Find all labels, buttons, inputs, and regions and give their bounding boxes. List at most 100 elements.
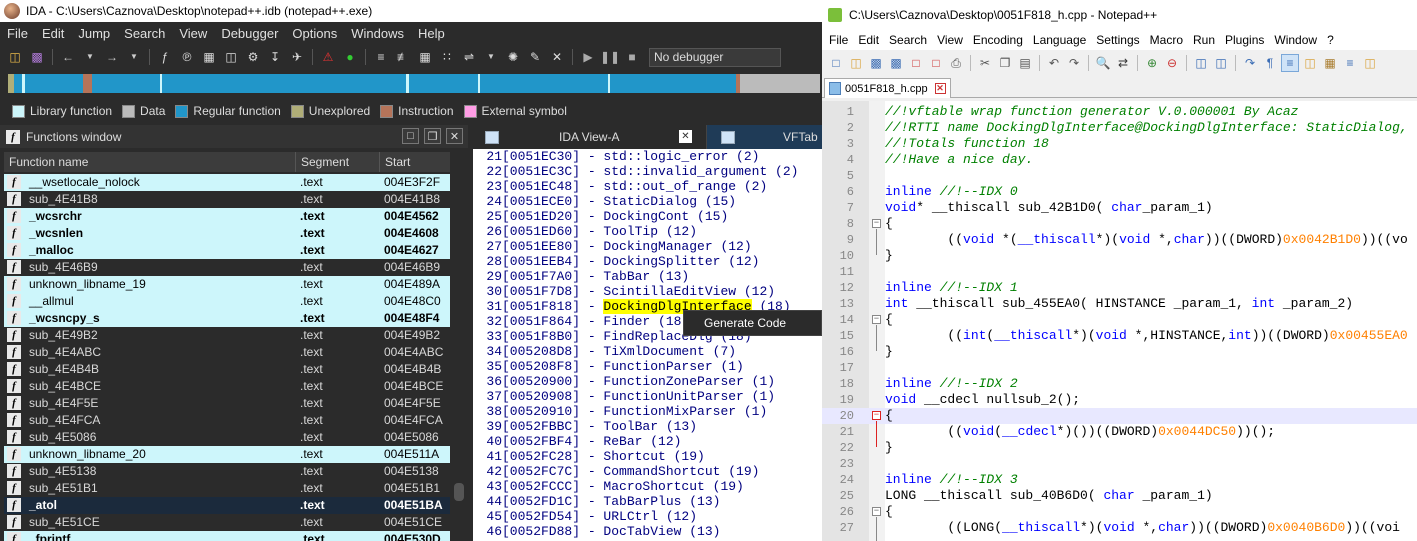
function-row[interactable]: f _wcsrchr .text 004E4562 [4, 208, 450, 225]
navigation-bar[interactable] [8, 74, 820, 93]
open-icon[interactable]: ◫ [847, 54, 865, 72]
code-line[interactable]: 8{ [822, 216, 1417, 232]
function-row[interactable]: f __allmul .text 004E48C0 [4, 293, 450, 310]
folder-workspace-icon[interactable]: ◫ [1361, 54, 1379, 72]
redo-icon[interactable]: ↷ [1065, 54, 1083, 72]
chevron-down-icon[interactable]: ▼ [81, 48, 99, 66]
npp-menu-run[interactable]: Run [1188, 33, 1220, 47]
hex-icon[interactable]: ◫ [222, 48, 240, 66]
vftable-line[interactable]: 35[005208F8] - FunctionParser (1) [473, 359, 822, 374]
ida-menu-search[interactable]: Search [117, 26, 172, 41]
function-list-icon[interactable]: ≡ [1341, 54, 1359, 72]
vftable-line[interactable]: 45[0052FD54] - URLCtrl (12) [473, 509, 822, 524]
print-icon[interactable]: ⎙ [947, 54, 965, 72]
code-line[interactable]: 18 inline //!--IDX 2 [822, 376, 1417, 392]
function-row[interactable]: f _atol .text 004E51BA [4, 497, 450, 514]
code-line[interactable]: 22} [822, 440, 1417, 456]
code-line[interactable]: 3 //!Totals function 18 [822, 136, 1417, 152]
vftable-line[interactable]: 26[0051ED60] - ToolTip (12) [473, 224, 822, 239]
column-segment[interactable]: Segment [296, 152, 380, 172]
code-line[interactable]: 25 LONG __thiscall sub_40B6D0( char _para… [822, 488, 1417, 504]
function-row[interactable]: f sub_4E4FCA .text 004E4FCA [4, 412, 450, 429]
code-line[interactable]: 11 [822, 264, 1417, 280]
save-all-icon[interactable]: ▩ [887, 54, 905, 72]
sync-vertical-icon[interactable]: ◫ [1192, 54, 1210, 72]
paste-icon[interactable]: ▤ [1016, 54, 1034, 72]
fold-toggle-icon[interactable]: − [872, 507, 881, 516]
npp-menu-encoding[interactable]: Encoding [968, 33, 1028, 47]
vftable-line[interactable]: 43[0052FCCC] - MacroShortcut (19) [473, 479, 822, 494]
save-icon[interactable]: ▩ [867, 54, 885, 72]
vftable-line[interactable]: 21[0051EC30] - std::logic_error (2) [473, 149, 822, 164]
code-line[interactable]: 15 ((int(__thiscall*)(void *,HINSTANCE,i… [822, 328, 1417, 344]
close-tab-icon[interactable]: ✕ [934, 83, 946, 94]
find-icon[interactable]: 🔍 [1094, 54, 1112, 72]
maximize-icon[interactable]: □ [402, 128, 419, 144]
ida-menu-options[interactable]: Options [285, 26, 344, 41]
npp-menu-edit[interactable]: Edit [853, 33, 884, 47]
vftable-line[interactable]: 42[0052FC7C] - CommandShortcut (19) [473, 464, 822, 479]
doc-map-icon[interactable]: ▦ [1321, 54, 1339, 72]
npp-menu-macro[interactable]: Macro [1145, 33, 1188, 47]
struct-icon[interactable]: ▦ [416, 48, 434, 66]
patch-icon[interactable]: ⚙ [244, 48, 262, 66]
code-line[interactable]: 23 [822, 456, 1417, 472]
function-row[interactable]: f sub_4E49B2 .text 004E49B2 [4, 327, 450, 344]
function-row[interactable]: f sub_4E51CE .text 004E51CE [4, 514, 450, 531]
code-icon[interactable]: ≡ [372, 48, 390, 66]
code-line[interactable]: 9 ((void *(__thiscall*)(void *,char))((D… [822, 232, 1417, 248]
vftable-line[interactable]: 46[0052FD88] - DocTabView (13) [473, 524, 822, 539]
function-row[interactable]: f _wcsncpy_s .text 004E48F4 [4, 310, 450, 327]
text-icon[interactable]: ℗ [178, 48, 196, 66]
column-start[interactable]: Start [380, 152, 450, 172]
npp-menu-settings[interactable]: Settings [1091, 33, 1144, 47]
code-line[interactable]: 19 void __cdecl nullsub_2(); [822, 392, 1417, 408]
edit-icon[interactable]: ✎ [526, 48, 544, 66]
vftable-line[interactable]: 27[0051EE80] - DockingManager (12) [473, 239, 822, 254]
ida-menu-view[interactable]: View [172, 26, 214, 41]
stop-icon[interactable]: ■ [623, 48, 641, 66]
npp-menu-help[interactable]: ? [1322, 33, 1339, 47]
vftable-line[interactable]: 39[0052FBBC] - ToolBar (13) [473, 419, 822, 434]
ida-view-listing[interactable]: 21[0051EC30] - std::logic_error (2) 22[00… [473, 149, 822, 541]
vftable-line[interactable]: 41[0052FC28] - Shortcut (19) [473, 449, 822, 464]
code-line[interactable]: 1 //!vftable wrap function generator V.0.… [822, 104, 1417, 120]
show-all-chars-icon[interactable]: ¶ [1261, 54, 1279, 72]
ida-menu-file[interactable]: File [0, 26, 35, 41]
user-language-icon[interactable]: ◫ [1301, 54, 1319, 72]
vftable-line[interactable]: 24[0051ECE0] - StaticDialog (15) [473, 194, 822, 209]
fold-toggle-icon[interactable]: − [872, 315, 881, 324]
open-icon[interactable]: ◫ [6, 48, 24, 66]
ida-menu-debugger[interactable]: Debugger [214, 26, 285, 41]
function-row[interactable]: f sub_4E4ABC .text 004E4ABC [4, 344, 450, 361]
function-row[interactable]: f _wcsnlen .text 004E4608 [4, 225, 450, 242]
vftable-line[interactable]: 44[0052FD1C] - TabBarPlus (13) [473, 494, 822, 509]
tab-ida-view-a[interactable]: IDA View-A ✕ [473, 125, 707, 149]
function-row[interactable]: f sub_4E5086 .text 004E5086 [4, 429, 450, 446]
play-icon[interactable]: ▶ [579, 48, 597, 66]
code-line[interactable]: 21 ((void(__cdecl*)())((DWORD)0x0044DC50… [822, 424, 1417, 440]
vftable-line[interactable]: 28[0051EEB4] - DockingSplitter (12) [473, 254, 822, 269]
replace-icon[interactable]: ⇄ [1114, 54, 1132, 72]
vftable-line[interactable]: 22[0051EC3C] - std::invalid_argument (2) [473, 164, 822, 179]
close-all-icon[interactable]: □ [927, 54, 945, 72]
vftable-line[interactable]: 40[0052FBF4] - ReBar (12) [473, 434, 822, 449]
ida-menu-windows[interactable]: Windows [344, 26, 411, 41]
forward-icon[interactable]: → [103, 48, 121, 66]
functions-scrollbar-thumb[interactable] [454, 483, 464, 501]
npp-menu-search[interactable]: Search [884, 33, 932, 47]
function-row[interactable]: f unknown_libname_19 .text 004E489A [4, 276, 450, 293]
function-row[interactable]: f _malloc .text 004E4627 [4, 242, 450, 259]
column-function-name[interactable]: Function name [4, 152, 296, 172]
data-icon[interactable]: ≢ [394, 48, 412, 66]
ida-menu-edit[interactable]: Edit [35, 26, 71, 41]
function-row[interactable]: f unknown_libname_20 .text 004E511A [4, 446, 450, 463]
npp-menu-window[interactable]: Window [1269, 33, 1322, 47]
code-line[interactable]: 14 { [822, 312, 1417, 328]
function-row[interactable]: f _fprintf .text 004E530D [4, 531, 450, 541]
down-arrow-icon[interactable]: ↧ [266, 48, 284, 66]
word-wrap-icon[interactable]: ↷ [1241, 54, 1259, 72]
zoom-in-icon[interactable]: ⊕ [1143, 54, 1161, 72]
npp-editor[interactable]: 1 //!vftable wrap function generator V.0.… [822, 101, 1417, 541]
function-row[interactable]: f __wsetlocale_nolock .text 004E3F2F [4, 174, 450, 191]
